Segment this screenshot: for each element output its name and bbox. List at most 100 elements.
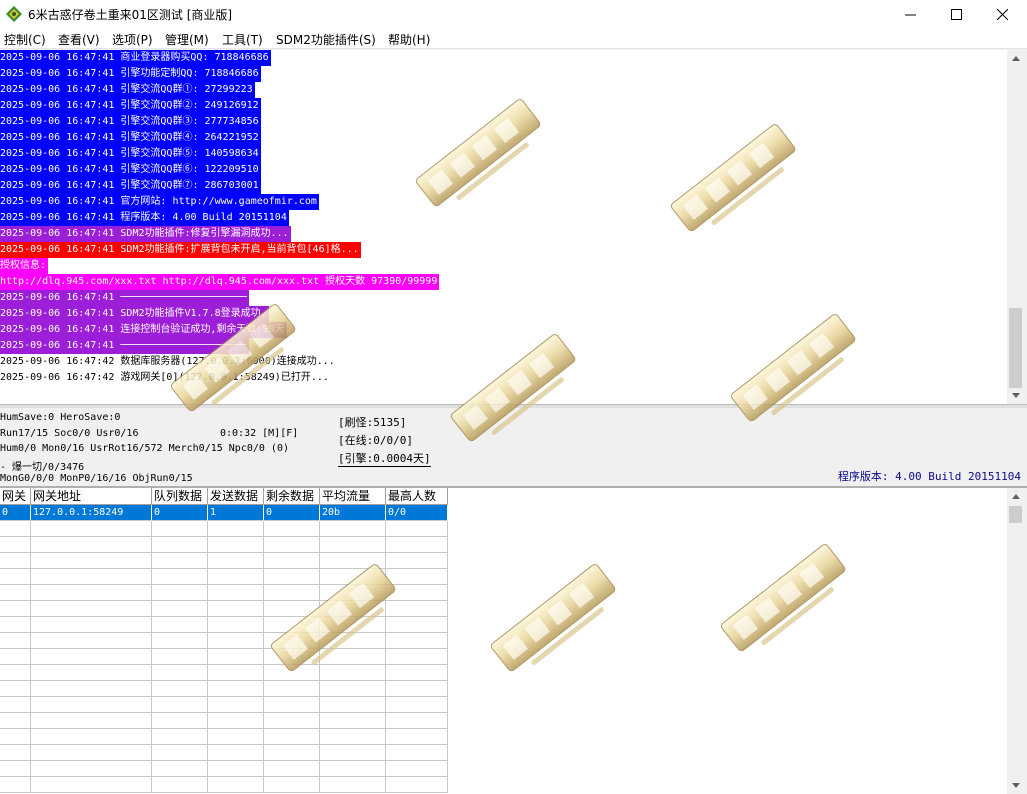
column-header-sent[interactable]: 发送数据: [208, 488, 264, 505]
table-row[interactable]: [0, 777, 448, 793]
table-cell: [0, 617, 31, 633]
table-cell: [152, 553, 208, 569]
table-row[interactable]: [0, 521, 448, 537]
log-line: 2025-09-06 16:47:41 连接控制台验证成功,剩余天数:90天: [0, 322, 287, 338]
table-scroll-up-arrow-icon[interactable]: [1007, 488, 1024, 505]
log-line: 2025-09-06 16:47:41 ────────────────────…: [0, 290, 249, 306]
table-row[interactable]: [0, 681, 448, 697]
table-row[interactable]: [0, 617, 448, 633]
scroll-down-arrow-icon[interactable]: [1007, 387, 1024, 404]
table-row[interactable]: [0, 745, 448, 761]
table-cell: [208, 729, 264, 745]
log-pane[interactable]: 2025-09-06 16:47:41 商业登录器购买QQ: 718846686…: [0, 50, 1007, 404]
table-row[interactable]: [0, 729, 448, 745]
maximize-button[interactable]: [933, 0, 979, 28]
log-line: 授权信息:: [0, 258, 49, 274]
table-row[interactable]: [0, 585, 448, 601]
table-cell: [152, 585, 208, 601]
gateway-grid: 网关 网关地址 队列数据 发送数据 剩余数据 平均流量 最高人数 0 127.0.…: [0, 488, 448, 794]
table-cell: [386, 569, 448, 585]
minimize-icon: [904, 9, 916, 20]
table-cell: [320, 585, 386, 601]
table-cell: [320, 649, 386, 665]
table-row[interactable]: [0, 553, 448, 569]
table-cell: [264, 777, 320, 793]
log-line: 2025-09-06 16:47:41 SDM2功能插件V1.7.8登录成功.: [0, 306, 269, 322]
table-cell: [0, 713, 31, 729]
table-cell: [264, 745, 320, 761]
table-cell: [0, 777, 31, 793]
column-header-address[interactable]: 网关地址: [31, 488, 152, 505]
table-cell: [208, 665, 264, 681]
menu-sdm2-plugin[interactable]: SDM2功能插件(S): [276, 31, 376, 48]
table-cell: [31, 761, 152, 777]
table-cell: [152, 697, 208, 713]
table-cell: [31, 633, 152, 649]
table-cell: [0, 601, 31, 617]
table-cell: [31, 585, 152, 601]
table-cell: [208, 617, 264, 633]
close-button[interactable]: [979, 0, 1025, 28]
log-line: 2025-09-06 16:47:42 游戏网关[0](127.0.0.1:58…: [0, 370, 331, 386]
table-row[interactable]: [0, 761, 448, 777]
table-row[interactable]: [0, 537, 448, 553]
status-save: HumSave:0 HeroSave:0: [0, 412, 121, 423]
maximize-icon: [950, 8, 962, 20]
menu-tools[interactable]: 工具(T): [222, 31, 263, 48]
menu-manage[interactable]: 管理(M): [165, 31, 209, 48]
log-scroll-thumb[interactable]: [1009, 308, 1022, 388]
menu-view[interactable]: 查看(V): [58, 31, 100, 48]
log-scrollbar[interactable]: [1007, 50, 1024, 404]
table-cell: [31, 569, 152, 585]
status-time: 0:0:32 [M][F]: [220, 428, 299, 439]
table-cell: [264, 665, 320, 681]
table-cell: [320, 745, 386, 761]
table-cell: [386, 633, 448, 649]
table-row[interactable]: [0, 633, 448, 649]
table-cell: [320, 681, 386, 697]
log-line: 2025-09-06 16:47:41 引擎交流QQ群⑦: 286703001: [0, 178, 261, 194]
table-cell: [264, 761, 320, 777]
scroll-up-arrow-icon[interactable]: [1007, 50, 1024, 67]
table-cell: [208, 713, 264, 729]
table-row[interactable]: [0, 665, 448, 681]
table-cell: [31, 665, 152, 681]
table-cell: [152, 649, 208, 665]
table-cell: [31, 681, 152, 697]
title-bar: 6米古惑仔卷土重来01区测试 [商业版]: [0, 0, 1027, 28]
table-row[interactable]: [0, 713, 448, 729]
table-cell: [264, 633, 320, 649]
table-cell: [386, 745, 448, 761]
table-cell: [0, 521, 31, 537]
table-scroll-down-arrow-icon[interactable]: [1007, 777, 1024, 794]
column-header-avg-traffic[interactable]: 平均流量: [320, 488, 386, 505]
log-line: http://dlq.945.com/xxx.txt http://dlq.94…: [0, 274, 440, 290]
table-row[interactable]: 0 127.0.0.1:58249 0 1 0 20b 0/0: [0, 505, 448, 521]
gateway-table[interactable]: 网关 网关地址 队列数据 发送数据 剩余数据 平均流量 最高人数 0 127.0.…: [0, 488, 1007, 794]
table-cell: [320, 553, 386, 569]
table-row[interactable]: [0, 697, 448, 713]
table-cell: [31, 745, 152, 761]
menu-help[interactable]: 帮助(H): [388, 31, 430, 48]
table-cell: [264, 553, 320, 569]
table-row[interactable]: [0, 649, 448, 665]
table-row[interactable]: [0, 569, 448, 585]
column-header-queue[interactable]: 队列数据: [152, 488, 208, 505]
table-cell: [264, 521, 320, 537]
table-scroll-thumb[interactable]: [1009, 506, 1022, 523]
table-cell: 0: [0, 505, 31, 521]
table-cell: [152, 569, 208, 585]
table-cell: [31, 713, 152, 729]
table-cell: [152, 729, 208, 745]
table-cell: 0: [152, 505, 208, 521]
column-header-remaining[interactable]: 剩余数据: [264, 488, 320, 505]
table-cell: [0, 649, 31, 665]
minimize-button[interactable]: [887, 0, 933, 28]
menu-options[interactable]: 选项(P): [112, 31, 153, 48]
table-scrollbar[interactable]: [1007, 488, 1024, 794]
log-line: 2025-09-06 16:47:41 引擎交流QQ群③: 277734856: [0, 114, 261, 130]
table-row[interactable]: [0, 601, 448, 617]
column-header-gateway[interactable]: 网关: [0, 488, 31, 505]
column-header-max-users[interactable]: 最高人数: [386, 488, 448, 505]
menu-control[interactable]: 控制(C): [4, 31, 46, 48]
